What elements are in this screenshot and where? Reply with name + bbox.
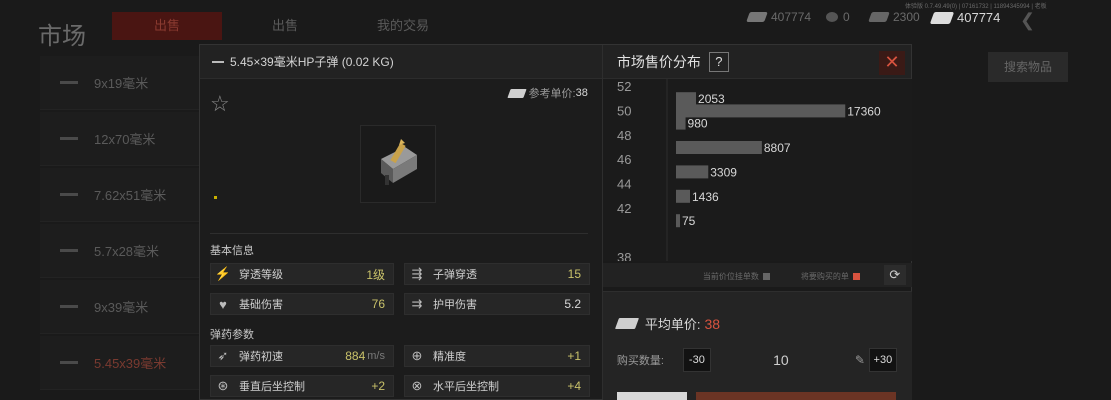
help-button[interactable]: ?	[708, 51, 729, 72]
tick-label: 52	[617, 79, 631, 94]
stat-horizontal-recoil: ⊗ 水平后坐控制 +4	[404, 375, 590, 397]
quantity-input[interactable]: 10	[711, 348, 851, 372]
list-item[interactable]: 7.62x51毫米	[40, 168, 200, 222]
list-item[interactable]: 5.7x28毫米	[40, 224, 200, 278]
bar-value-label: 75	[682, 214, 696, 228]
bar	[675, 141, 762, 154]
close-icon: ✕	[884, 52, 900, 72]
divider	[210, 233, 588, 234]
legend-mine: 将要购买的单	[801, 271, 860, 282]
bar	[675, 165, 709, 179]
stat-base-damage: ♥ 基础伤害 76	[210, 293, 394, 315]
legend-swatch-mine	[852, 273, 860, 280]
chart-legend: 当前价位挂单数 将要购买的单 ⟳	[602, 263, 912, 287]
broken-heart-icon: ♥	[219, 296, 227, 312]
item-detail-modal: 5.45×39毫米HP子弹 (0.02 KG) ☆ 参考单价: 38 基本信息 …	[199, 44, 912, 400]
rouble-icon	[746, 12, 768, 22]
item-header: 5.45×39毫米HP子弹 (0.02 KG)	[200, 45, 602, 79]
favorite-star-icon[interactable]: ☆	[210, 91, 230, 117]
market-title: 市场	[38, 23, 86, 50]
money-icon	[506, 88, 527, 98]
increase-button[interactable]: +30	[868, 348, 897, 372]
market-header: 市场售价分布 ?	[602, 45, 911, 79]
list-item[interactable]: 12x70毫米	[40, 112, 200, 166]
bar	[675, 92, 696, 106]
horizontal-recoil-icon: ⊗	[411, 378, 423, 393]
euro-icon	[868, 12, 890, 22]
cancel-button[interactable]	[616, 392, 687, 400]
money-icon	[929, 11, 955, 24]
ammo-list: 9x19毫米 12x70毫米 7.62x51毫米 5.7x28毫米 9x39毫米…	[40, 56, 200, 392]
velocity-icon: ➶	[217, 348, 229, 363]
tick-label: 48	[617, 128, 631, 143]
bar	[675, 214, 680, 228]
ammo-params-title: 弹药参数	[210, 329, 254, 341]
tab-sell-2[interactable]: 出售	[230, 12, 340, 40]
vertical-recoil-icon: ⊛	[217, 378, 229, 393]
bar	[675, 104, 846, 118]
bullet-icon	[212, 60, 224, 63]
tab-sell[interactable]: 出售	[112, 12, 222, 40]
reference-price: 参考单价: 38	[506, 85, 588, 101]
bar	[675, 116, 686, 130]
close-button[interactable]: ✕	[879, 51, 905, 75]
stat-bullet-penetration: ⇶ 子弹穿透 15	[404, 263, 590, 285]
basic-info-title: 基本信息	[210, 245, 254, 257]
market-panel: 市场售价分布 ? ✕ 52 2053 50 17360 980 48 8807 46 3309 4…	[602, 45, 912, 400]
decrease-button[interactable]: -30	[682, 348, 711, 372]
tick-label: 44	[617, 177, 631, 192]
item-info-panel: 5.45×39毫米HP子弹 (0.02 KG) ☆ 参考单价: 38 基本信息 …	[200, 45, 603, 399]
stat-accuracy: ⊕ 精准度 +1	[404, 345, 590, 367]
status-dot	[214, 196, 217, 199]
currency-main: 407774	[929, 10, 1000, 25]
penetration-icon: ⚡	[214, 266, 232, 281]
item-name: 5.45×39毫米HP子弹 (0.02 KG)	[230, 55, 394, 69]
dollar-icon	[826, 12, 838, 22]
refresh-icon[interactable]: ⟳	[883, 265, 906, 285]
average-price: 平均单价: 38	[614, 314, 720, 333]
bullet-pierce-icon: ⇶	[411, 266, 423, 281]
legend-current: 当前价位挂单数	[703, 271, 770, 282]
money-icon	[614, 318, 639, 329]
quantity-stepper: 购买数量: -30 10 ✎ +30	[617, 348, 897, 372]
price-chart-svg: 52 2053 50 17360 980 48 8807 46 3309 44 1436 42 75 38	[617, 79, 881, 265]
stat-muzzle-velocity: ➶ 弹药初速 884 m/s	[210, 345, 394, 367]
bar-value-label: 1436	[692, 190, 719, 204]
stat-vertical-recoil: ⊛ 垂直后坐控制 +2	[210, 375, 394, 397]
bar-value-label: 980	[687, 117, 707, 131]
currency-dollar: 0	[826, 10, 850, 24]
list-item[interactable]: 9x19毫米	[40, 56, 200, 110]
buy-button[interactable]	[695, 392, 896, 400]
stat-armor-damage: ⇉ 护甲伤害 5.2	[404, 293, 590, 315]
quantity-label: 购买数量:	[616, 355, 664, 367]
currency-euro: 2300	[868, 10, 920, 24]
tick-label: 50	[617, 103, 631, 118]
bar-value-label: 2053	[698, 92, 725, 106]
armor-damage-icon: ⇉	[411, 296, 423, 311]
search-item-button[interactable]: 搜索物品	[988, 52, 1068, 82]
market-title: 市场售价分布	[616, 53, 701, 70]
bar-value-label: 17360	[847, 104, 881, 118]
edit-pencil-icon[interactable]: ✎	[851, 353, 869, 367]
list-item[interactable]: 5.45x39毫米	[40, 336, 200, 390]
ammo-box-image	[360, 125, 436, 203]
list-item[interactable]: 9x39毫米	[40, 280, 200, 334]
stat-penetration-level: ⚡ 穿透等级 1级	[210, 263, 394, 285]
version-text: 体验版 0.7.49.49(0) | 07161732 | 1189434599…	[905, 4, 1047, 10]
tick-label: 46	[617, 152, 631, 167]
bar-value-label: 3309	[710, 165, 737, 179]
crosshair-icon: ⊕	[411, 348, 423, 363]
tick-label: 38	[617, 250, 631, 261]
tab-my-trades[interactable]: 我的交易	[348, 12, 458, 40]
price-distribution-chart: 52 2053 50 17360 980 48 8807 46 3309 44 1436 42 75 38	[602, 79, 912, 265]
back-icon[interactable]: ❮	[1020, 10, 1035, 31]
market-tabs: 出售 出售 我的交易	[112, 12, 466, 40]
bar	[675, 189, 690, 203]
tick-label: 42	[617, 201, 631, 216]
legend-swatch-current	[762, 273, 770, 280]
purchase-box: 平均单价: 38 购买数量: -30 10 ✎ +30	[602, 291, 912, 400]
currency-rouble: 407774	[746, 10, 811, 24]
bar-value-label: 8807	[764, 141, 791, 155]
ammo-box-icon	[381, 139, 417, 185]
